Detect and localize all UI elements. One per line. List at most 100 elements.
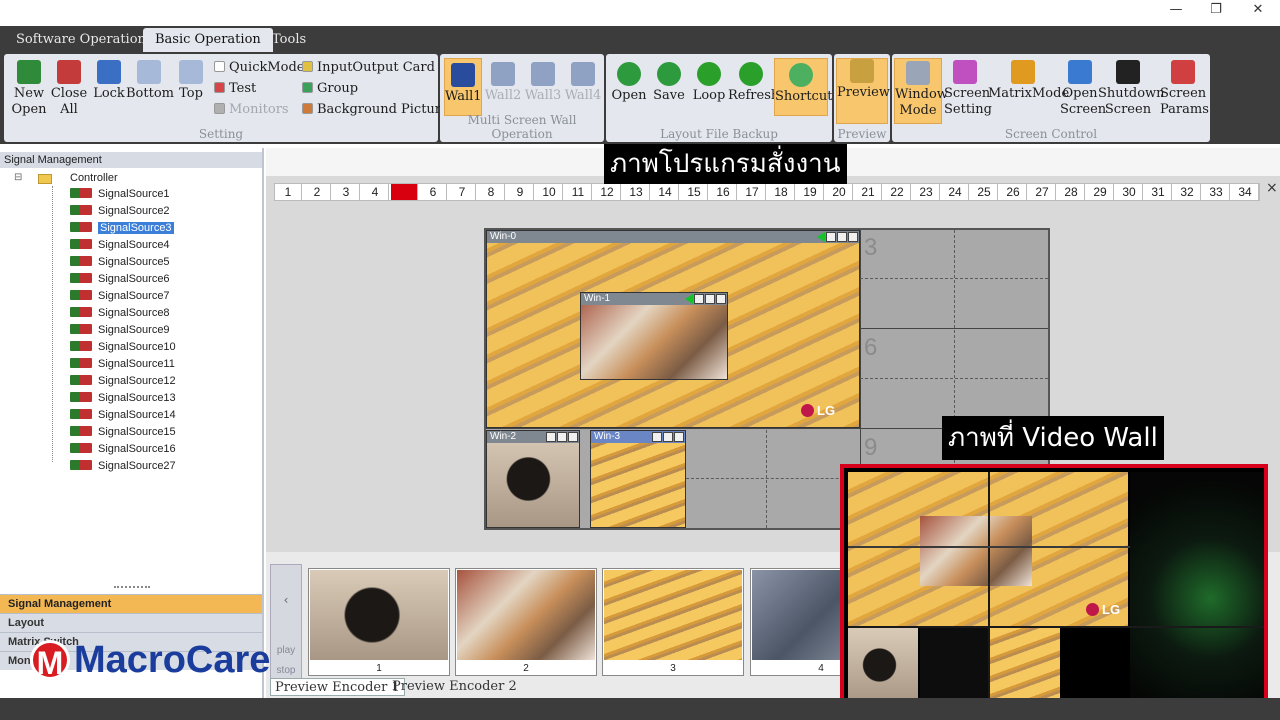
page-number[interactable]: 10: [536, 184, 563, 200]
window-restore-icon[interactable]: [663, 432, 673, 442]
splitter-grip[interactable]: [114, 586, 150, 589]
tree-item-signal-source[interactable]: SignalSource4: [70, 237, 170, 253]
page-number[interactable]: 31: [1145, 184, 1172, 200]
page-number[interactable]: 23: [913, 184, 940, 200]
page-number[interactable]: 28: [1058, 184, 1085, 200]
page-number[interactable]: 30: [1116, 184, 1143, 200]
tree-item-signal-source[interactable]: SignalSource10: [70, 339, 176, 355]
tree-item-signal-source[interactable]: SignalSource13: [70, 390, 176, 406]
tree-root-controller[interactable]: Controller: [70, 170, 118, 186]
tab-preview-encoder-2[interactable]: Preview Encoder 2: [388, 678, 521, 696]
tree-item-signal-source[interactable]: SignalSource2: [70, 203, 170, 219]
screen-button[interactable]: Shutdown Screen: [1098, 58, 1165, 124]
tab-software-operation[interactable]: Software Operation: [4, 28, 158, 52]
window-restore-icon[interactable]: [705, 294, 715, 304]
window-restore-icon[interactable]: [837, 232, 847, 242]
ribbon-small-button[interactable]: Group: [302, 81, 358, 97]
wall-button[interactable]: Wall1: [444, 58, 482, 116]
ribbon-small-button[interactable]: QuickMode: [214, 60, 305, 76]
tree-item-signal-source[interactable]: SignalSource12: [70, 373, 176, 389]
preview-button[interactable]: Preview: [836, 58, 890, 124]
left-tab[interactable]: Layout: [0, 613, 262, 632]
tree-item-signal-source[interactable]: SignalSource7: [70, 288, 170, 304]
page-number[interactable]: 22: [884, 184, 911, 200]
stop-button[interactable]: stop: [271, 665, 301, 676]
ribbon-small-button[interactable]: InputOutput Card: [302, 60, 435, 76]
layout-button[interactable]: Loop: [690, 58, 728, 116]
close-icon[interactable]: ✕: [1238, 2, 1278, 22]
window-restore-icon[interactable]: [557, 432, 567, 442]
page-number[interactable]: 25: [971, 184, 998, 200]
wall-button[interactable]: Wall3: [524, 58, 562, 116]
ribbon-button[interactable]: New Open: [10, 60, 48, 118]
tree-item-signal-source[interactable]: SignalSource5: [70, 254, 170, 270]
window-win-1[interactable]: Win-1: [580, 292, 728, 380]
window-win-3[interactable]: Win-3: [590, 430, 686, 528]
tree-item-signal-source[interactable]: SignalSource6: [70, 271, 170, 287]
tree-item-signal-source[interactable]: SignalSource15: [70, 424, 176, 440]
window-close-icon[interactable]: [674, 432, 684, 442]
tree-item-signal-source[interactable]: SignalSource16: [70, 441, 176, 457]
ribbon-button[interactable]: Lock: [90, 60, 128, 102]
page-number[interactable]: 33: [1203, 184, 1230, 200]
screen-button[interactable]: Screen Params: [1160, 58, 1209, 124]
window-title[interactable]: Win-2: [487, 431, 579, 443]
window-min-icon[interactable]: [694, 294, 704, 304]
play-button[interactable]: play: [271, 645, 301, 656]
page-number[interactable]: 24: [942, 184, 969, 200]
screen-button[interactable]: Window Mode: [894, 58, 948, 124]
page-number[interactable]: 19: [797, 184, 824, 200]
layout-button[interactable]: Save: [650, 58, 688, 116]
tab-preview-encoder-1[interactable]: Preview Encoder 1: [270, 678, 405, 696]
ribbon-button[interactable]: Close All: [50, 60, 88, 118]
window-min-icon[interactable]: [546, 432, 556, 442]
layout-button[interactable]: Shortcut: [774, 58, 832, 116]
ribbon-small-button[interactable]: Background Picture: [302, 102, 449, 118]
window-title[interactable]: Win-3: [591, 431, 685, 443]
window-win-2[interactable]: Win-2: [486, 430, 580, 528]
screen-button[interactable]: MatrixMode: [988, 58, 1069, 124]
tree-collapse-icon[interactable]: ⊟: [14, 172, 22, 183]
page-number[interactable]: 20: [826, 184, 853, 200]
ribbon-small-button[interactable]: Test: [214, 81, 256, 97]
window-close-icon[interactable]: [568, 432, 578, 442]
tab-tools[interactable]: Tools: [260, 28, 318, 52]
page-number[interactable]: 26: [1000, 184, 1027, 200]
tree-item-signal-source[interactable]: SignalSource9: [70, 322, 170, 338]
tab-basic-operation[interactable]: Basic Operation: [143, 28, 273, 52]
close-bar-icon[interactable]: ×: [1266, 180, 1278, 196]
thumbnail[interactable]: 3: [602, 568, 744, 676]
page-number[interactable]: 11: [565, 184, 592, 200]
window-title[interactable]: Win-1: [581, 293, 727, 305]
page-number[interactable]: 2: [304, 184, 331, 200]
ribbon-button[interactable]: Bottom: [126, 60, 174, 102]
page-number[interactable]: 9: [507, 184, 534, 200]
page-number[interactable]: 8: [478, 184, 505, 200]
wall-button[interactable]: Wall4: [564, 58, 602, 116]
page-number[interactable]: 1: [275, 184, 302, 200]
page-number[interactable]: 18: [768, 184, 795, 200]
page-number[interactable]: 27: [1029, 184, 1056, 200]
page-number[interactable]: 29: [1087, 184, 1114, 200]
page-number[interactable]: 16: [710, 184, 737, 200]
window-min-icon[interactable]: [652, 432, 662, 442]
minimize-icon[interactable]: —: [1156, 2, 1196, 22]
page-number[interactable]: 13: [623, 184, 650, 200]
page-number[interactable]: 34: [1232, 184, 1259, 200]
tree-item-signal-source[interactable]: SignalSource3: [70, 220, 174, 236]
page-number[interactable]: 12: [594, 184, 621, 200]
page-number[interactable]: 14: [652, 184, 679, 200]
prev-icon[interactable]: ‹: [271, 593, 301, 607]
thumbnail[interactable]: 2: [455, 568, 597, 676]
speaker-icon[interactable]: [685, 294, 693, 304]
layout-button[interactable]: Refresh: [728, 58, 779, 116]
screen-button[interactable]: Screen Setting: [944, 58, 992, 124]
ribbon-button[interactable]: Top: [172, 60, 210, 102]
window-min-icon[interactable]: [826, 232, 836, 242]
window-close-icon[interactable]: [716, 294, 726, 304]
ribbon-small-button[interactable]: Monitors: [214, 102, 289, 118]
page-number[interactable]: 21: [855, 184, 882, 200]
page-number[interactable]: 7: [449, 184, 476, 200]
restore-icon[interactable]: ❐: [1196, 2, 1236, 22]
wall-button[interactable]: Wall2: [484, 58, 522, 116]
